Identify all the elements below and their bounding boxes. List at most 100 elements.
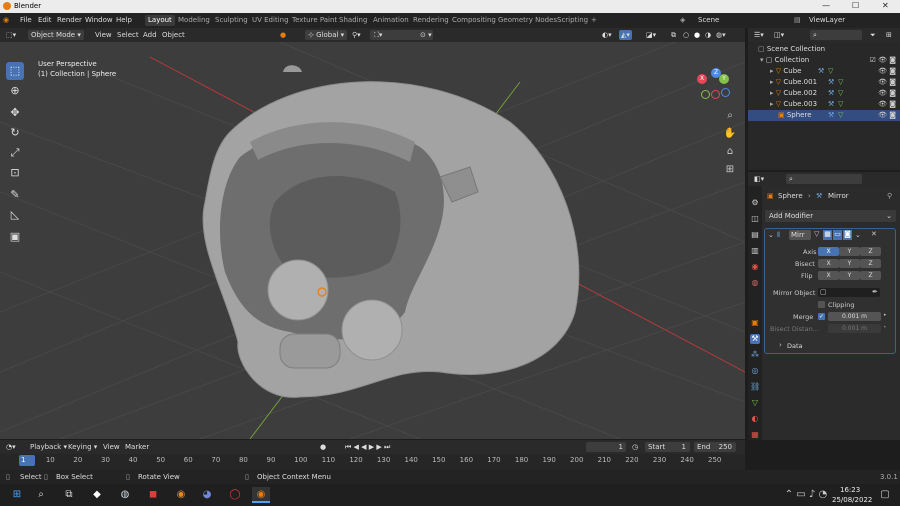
proportional-edit-icon[interactable]: ⊙ ▾ bbox=[420, 30, 432, 40]
modifier-menu-icon[interactable]: ⌄ bbox=[855, 231, 861, 239]
snap-icon[interactable]: ⛶▾ bbox=[370, 30, 387, 40]
filter-icon[interactable]: ⏷ bbox=[870, 30, 876, 40]
tab-sculpting[interactable]: Sculpting bbox=[215, 16, 248, 24]
scene-collection-row[interactable]: ▢ Scene Collection bbox=[748, 44, 900, 55]
tool-tab-icon[interactable]: ⚙ bbox=[750, 198, 760, 208]
minimize-button[interactable]: — bbox=[822, 1, 830, 10]
eyedropper-icon[interactable]: ✒ bbox=[872, 288, 878, 296]
editor-type-icon[interactable]: ⬚▾ bbox=[6, 30, 16, 40]
zoom-icon[interactable]: ⌕ bbox=[722, 108, 738, 124]
world-tab-icon[interactable]: ◍ bbox=[750, 278, 760, 288]
notification-icon[interactable]: ▢ bbox=[876, 487, 894, 503]
move-tool-icon[interactable]: ✥ bbox=[6, 104, 24, 122]
bisect-z-toggle[interactable]: Z bbox=[860, 259, 881, 268]
wireframe-mode-icon[interactable]: ○ bbox=[683, 30, 689, 40]
measure-tool-icon[interactable]: ◺ bbox=[6, 206, 24, 224]
maximize-button[interactable]: ☐ bbox=[852, 1, 859, 10]
app-icon[interactable]: ◼ bbox=[144, 487, 162, 503]
bisect-distance-field[interactable]: 0.001 m bbox=[828, 324, 881, 333]
mode-selector[interactable]: Object Mode ▾ bbox=[28, 30, 84, 40]
physics-tab-icon[interactable]: ◎ bbox=[750, 366, 760, 376]
tab-geometry-nodes[interactable]: Geometry Nodes bbox=[498, 16, 557, 24]
playback-controls[interactable]: ⏮ ◀ ◀ ▶ ▶ ⏭ bbox=[345, 442, 390, 452]
opera-icon[interactable]: ◯ bbox=[226, 487, 244, 503]
discord-icon[interactable]: ◕ bbox=[198, 487, 216, 503]
game-app-icon[interactable]: ◉ bbox=[172, 487, 190, 503]
current-frame-field[interactable]: 1 bbox=[586, 442, 626, 452]
material-tab-icon[interactable]: ◐ bbox=[750, 414, 760, 424]
select-box-tool-icon[interactable]: ⬚ bbox=[6, 62, 24, 80]
rotate-tool-icon[interactable]: ↻ bbox=[6, 124, 24, 142]
new-collection-icon[interactable]: ⊞ bbox=[886, 30, 892, 40]
scene-tab-icon[interactable]: ◉ bbox=[750, 262, 760, 272]
properties-search-input[interactable]: ⌕ bbox=[786, 174, 862, 184]
view-layer-selector[interactable]: ViewLayer bbox=[809, 16, 845, 24]
bisect-y-toggle[interactable]: Y bbox=[839, 259, 860, 268]
object-tab-icon[interactable]: ▣ bbox=[750, 318, 760, 328]
close-window-button[interactable]: ✕ bbox=[882, 1, 889, 10]
solid-mode-icon[interactable]: ● bbox=[694, 30, 700, 40]
menu-window[interactable]: Window bbox=[85, 16, 113, 24]
blender-menu-icon[interactable]: ◉ bbox=[3, 16, 9, 24]
timeline-editor-icon[interactable]: ◔▾ bbox=[6, 442, 16, 452]
visibility-eye-icon[interactable]: 👁 ◙ bbox=[878, 110, 896, 121]
tab-animation[interactable]: Animation bbox=[373, 16, 409, 24]
windows-start-icon[interactable]: ⊞ bbox=[8, 487, 26, 503]
merge-distance-field[interactable]: 0.001 m bbox=[828, 312, 881, 321]
add-menu[interactable]: Add bbox=[143, 30, 157, 40]
keyframe-dot-icon[interactable]: • bbox=[883, 324, 887, 331]
epic-games-icon[interactable]: ◆ bbox=[88, 487, 106, 503]
output-tab-icon[interactable]: ▤ bbox=[750, 230, 760, 240]
select-menu[interactable]: Select bbox=[117, 30, 139, 40]
tab-compositing[interactable]: Compositing bbox=[452, 16, 496, 24]
visibility-eye-icon[interactable]: 👁 ◙ bbox=[878, 66, 896, 77]
outliner-item-cube-002[interactable]: ▸ ▽ Cube.002 ⚒ ▽ 👁 ◙ bbox=[748, 88, 900, 99]
flip-y-toggle[interactable]: Y bbox=[839, 271, 860, 280]
3d-viewport[interactable]: User Perspective (1) Collection | Sphere… bbox=[0, 42, 745, 439]
wireframe-shading-icon[interactable]: ⧉ bbox=[671, 30, 676, 40]
orientation-selector[interactable]: ⊹ Global ▾ bbox=[305, 30, 348, 40]
merge-checkbox[interactable]: ✓ bbox=[818, 313, 825, 320]
pin-icon[interactable]: ⚲ bbox=[887, 192, 892, 200]
pan-hand-icon[interactable]: ✋ bbox=[722, 126, 738, 142]
add-workspace-button[interactable]: + bbox=[591, 16, 597, 24]
tab-modeling[interactable]: Modeling bbox=[178, 16, 210, 24]
viewport-gizmo-icon[interactable]: ◐▾ bbox=[602, 30, 612, 40]
search-icon[interactable]: ⌕ bbox=[32, 487, 50, 503]
collection-row[interactable]: ▾ ▢ Collection ☑ 👁 ◙ bbox=[748, 55, 900, 66]
flip-z-toggle[interactable]: Z bbox=[860, 271, 881, 280]
data-subpanel-label[interactable]: Data bbox=[787, 342, 803, 350]
outliner-editor-icon[interactable]: ☰▾ bbox=[754, 30, 764, 40]
axis-x-toggle[interactable]: X bbox=[818, 247, 839, 256]
material-mode-icon[interactable]: ◑ bbox=[705, 30, 711, 40]
menu-render[interactable]: Render bbox=[57, 16, 82, 24]
gizmo-neg-z[interactable] bbox=[721, 88, 730, 97]
timeline-view-menu[interactable]: View bbox=[103, 442, 120, 452]
tab-layout[interactable]: Layout bbox=[145, 15, 175, 26]
tab-shading[interactable]: Shading bbox=[339, 16, 367, 24]
viewport-toggle-icon[interactable]: ▭ bbox=[833, 230, 842, 240]
collapse-arrow-icon[interactable]: ⌄ bbox=[768, 231, 774, 239]
properties-editor-icon[interactable]: ◧▾ bbox=[754, 174, 764, 184]
axis-y-toggle[interactable]: Y bbox=[839, 247, 860, 256]
start-frame-field[interactable]: Start 1 bbox=[645, 442, 690, 452]
modifier-tab-icon[interactable]: ⚒ bbox=[750, 334, 760, 344]
visibility-eye-icon[interactable]: 👁 ◙ bbox=[878, 77, 896, 88]
gizmo-neg-x[interactable] bbox=[711, 90, 720, 99]
scale-tool-icon[interactable]: ⤢ bbox=[6, 144, 24, 162]
timer-icon[interactable]: ◷ bbox=[632, 442, 638, 452]
particles-tab-icon[interactable]: ⁂ bbox=[750, 350, 760, 360]
modifier-name-field[interactable]: Mirr bbox=[789, 230, 811, 240]
bisect-x-toggle[interactable]: X bbox=[818, 259, 839, 268]
annotate-tool-icon[interactable]: ✎ bbox=[6, 186, 24, 204]
timeline-ruler[interactable]: 1 10 20 30 40 50 60 70 80 90 100 110 120 130 140 150 160… bbox=[0, 454, 745, 470]
constraints-tab-icon[interactable]: ⛓ bbox=[750, 382, 760, 392]
scene-selector[interactable]: Scene bbox=[698, 16, 719, 24]
mirror-object-field[interactable]: ▢ bbox=[818, 288, 880, 297]
xray-icon[interactable]: ◪▾ bbox=[646, 30, 656, 40]
tab-uv-editing[interactable]: UV Editing bbox=[252, 16, 289, 24]
collection-checkbox[interactable]: ☑ 👁 ◙ bbox=[870, 55, 896, 66]
edit-mode-toggle-icon[interactable]: ▽ bbox=[814, 230, 819, 238]
outliner-search-input[interactable]: ⌕ bbox=[810, 30, 862, 40]
outliner-item-sphere[interactable]: ▣ Sphere ⚒ ▽ 👁 ◙ bbox=[748, 110, 900, 121]
